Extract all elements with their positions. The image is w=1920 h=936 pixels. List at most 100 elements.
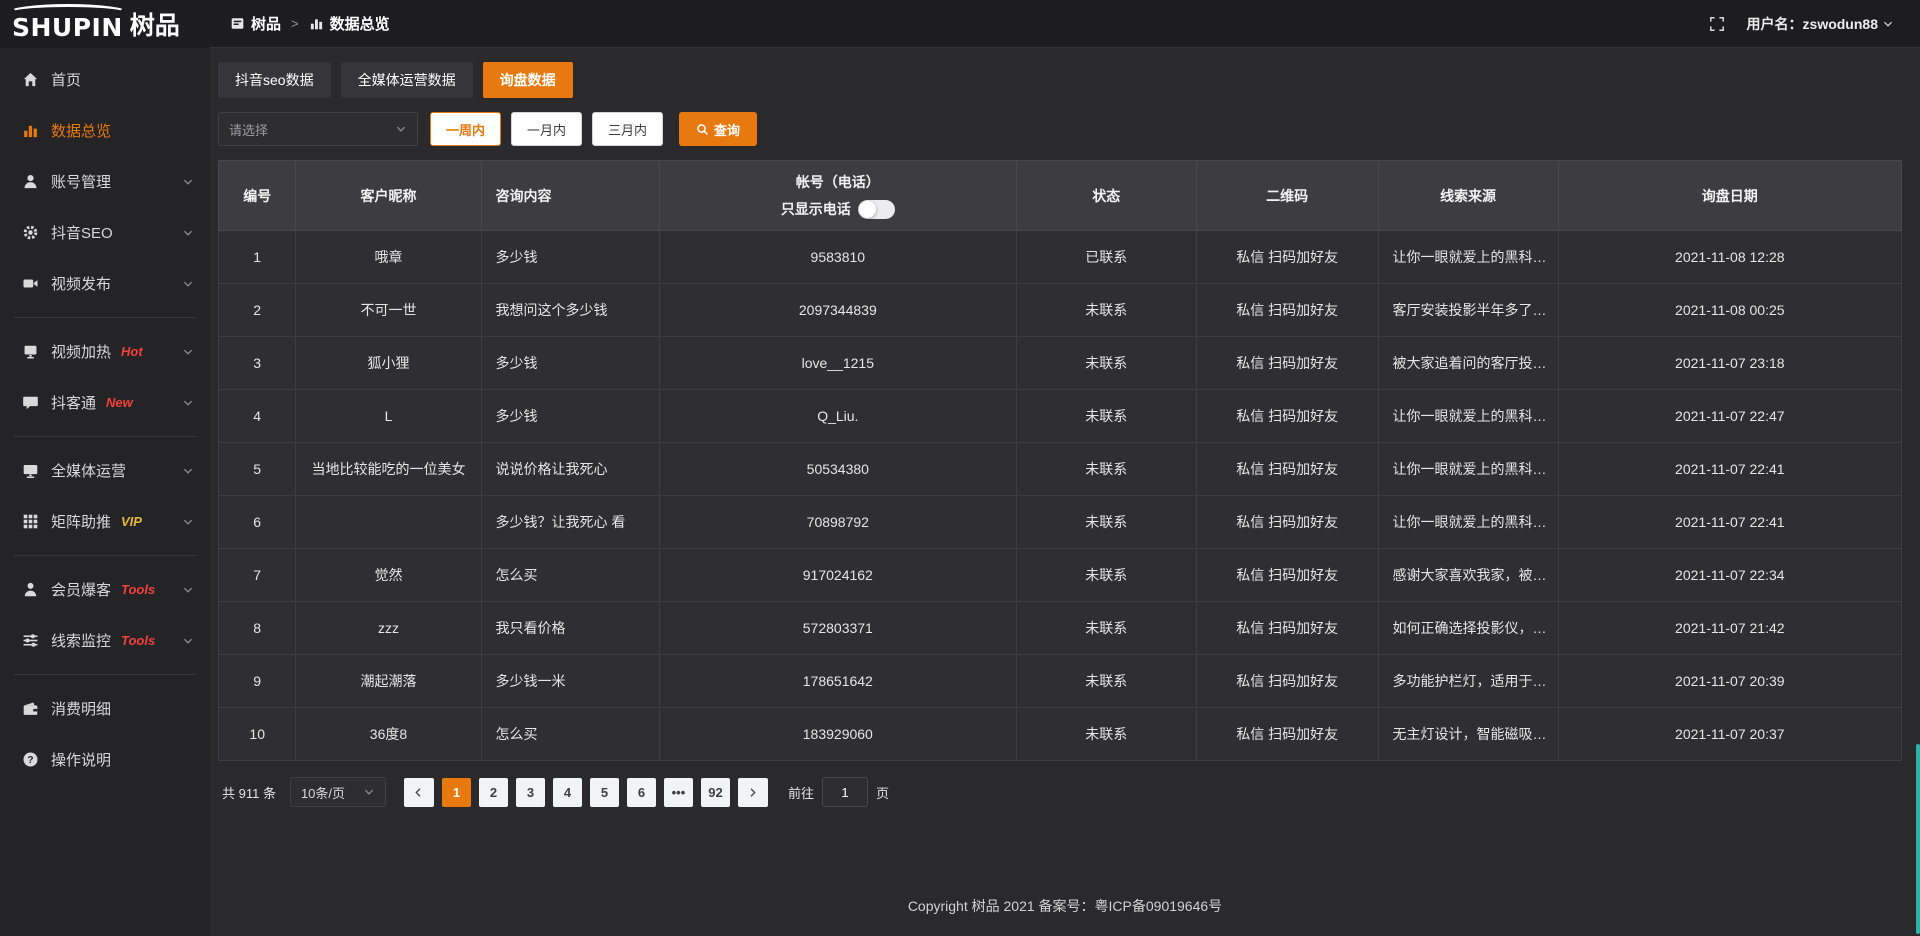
prev-page-button[interactable]	[404, 778, 434, 807]
column-header-qr: 二维码	[1196, 161, 1378, 231]
tab-douyin-seo-data[interactable]: 抖音seo数据	[218, 62, 331, 98]
sidebar-item-douketong[interactable]: 抖客通New	[0, 377, 210, 428]
page-button-1[interactable]: 1	[442, 778, 471, 807]
breadcrumb-label: 数据总览	[330, 13, 390, 34]
cell-qr[interactable]: 私信 扫码加好友	[1196, 443, 1378, 496]
cell-no: 3	[219, 337, 296, 390]
username-value[interactable]: zswodun88	[1803, 16, 1878, 32]
column-header-account: 帐号（电话）只显示电话	[659, 161, 1016, 231]
cell-source[interactable]: 让你一眼就爱上的黑科技，能...	[1378, 390, 1558, 443]
sidebar-item-operation-guide[interactable]: ? 操作说明	[0, 734, 210, 785]
cell-status: 未联系	[1016, 284, 1196, 337]
cell-account: love__1215	[659, 337, 1016, 390]
cell-qr[interactable]: 私信 扫码加好友	[1196, 284, 1378, 337]
member-icon	[22, 581, 39, 598]
sidebar-item-badge: Tools	[121, 633, 155, 648]
main-area: 树品>数据总览 用户名： zswodun88 抖音seo数据全媒体运营数据询盘数…	[210, 0, 1920, 936]
tab-inquiry-data[interactable]: 询盘数据	[483, 62, 573, 98]
page-button-5[interactable]: 5	[590, 778, 619, 807]
cell-account: 70898792	[659, 496, 1016, 549]
column-header-label: 线索来源	[1440, 188, 1496, 204]
sidebar-item-video-publish[interactable]: 视频发布	[0, 258, 210, 309]
cell-source[interactable]: 如何正确选择投影仪，买投影...	[1378, 602, 1558, 655]
page-button-4[interactable]: 4	[553, 778, 582, 807]
goto-page-input[interactable]	[822, 777, 868, 807]
sidebar-item-omni-media-operation[interactable]: 全媒体运营	[0, 445, 210, 496]
page-size-select[interactable]: 10条/页	[290, 777, 386, 807]
logo-text-cn: 树品	[130, 6, 180, 42]
sidebar-item-consumption-detail[interactable]: 消费明细	[0, 683, 210, 734]
topbar-right: 用户名： zswodun88	[1709, 14, 1894, 34]
cell-status: 未联系	[1016, 496, 1196, 549]
brand-logo[interactable]: SHUPIN 树品	[0, 0, 210, 48]
table-header-row: 编号客户昵称咨询内容帐号（电话）只显示电话状态二维码线索来源询盘日期	[219, 161, 1902, 231]
breadcrumb-item-home[interactable]: 树品	[230, 13, 281, 34]
cell-content: 怎么买	[481, 708, 659, 761]
filter-select[interactable]: 请选择	[218, 112, 418, 146]
cell-source[interactable]: 让你一眼就爱上的黑科技，能...	[1378, 496, 1558, 549]
cell-source[interactable]: 无主灯设计，智能磁吸轨道灯...	[1378, 708, 1558, 761]
logo-arc	[9, 4, 127, 20]
cell-qr[interactable]: 私信 扫码加好友	[1196, 231, 1378, 284]
cell-source[interactable]: 让你一眼就爱上的黑科技，能...	[1378, 443, 1558, 496]
column-header-label: 状态	[1092, 188, 1120, 204]
sidebar-item-label: 操作说明	[51, 749, 111, 770]
page-ellipsis[interactable]: •••	[664, 778, 693, 807]
tab-omni-media-data[interactable]: 全媒体运营数据	[341, 62, 473, 98]
cell-qr[interactable]: 私信 扫码加好友	[1196, 496, 1378, 549]
filter-bar: 请选择 一周内一月内三月内 查询	[218, 112, 1902, 146]
table-row: 7觉然怎么买917024162未联系私信 扫码加好友感谢大家喜欢我家，被问了好.…	[219, 549, 1902, 602]
cell-source[interactable]: 让你一眼就爱上的黑科技，能...	[1378, 231, 1558, 284]
range-button-three-months[interactable]: 三月内	[592, 112, 663, 146]
cell-qr[interactable]: 私信 扫码加好友	[1196, 390, 1378, 443]
cell-source[interactable]: 多功能护栏灯，适用于乡村文...	[1378, 655, 1558, 708]
cell-qr[interactable]: 私信 扫码加好友	[1196, 549, 1378, 602]
cell-qr[interactable]: 私信 扫码加好友	[1196, 337, 1378, 390]
phone-only-toggle[interactable]	[858, 200, 895, 219]
cell-source[interactable]: 感谢大家喜欢我家，被问了好...	[1378, 549, 1558, 602]
cell-source[interactable]: 客厅安装投影半年多了，真实...	[1378, 284, 1558, 337]
cell-content: 多少钱	[481, 390, 659, 443]
sidebar-item-data-overview[interactable]: 数据总览	[0, 105, 210, 156]
question-icon: ?	[22, 751, 39, 768]
page-button-6[interactable]: 6	[627, 778, 656, 807]
cell-date: 2021-11-07 23:18	[1558, 337, 1901, 390]
cell-status: 未联系	[1016, 443, 1196, 496]
total-count: 共 911 条	[222, 783, 276, 802]
next-page-button[interactable]	[738, 778, 768, 807]
cell-source[interactable]: 被大家追着问的客厅投影分享...	[1378, 337, 1558, 390]
cell-qr[interactable]: 私信 扫码加好友	[1196, 655, 1378, 708]
sidebar-item-video-heating[interactable]: 视频加热Hot	[0, 326, 210, 377]
sidebar-item-matrix-boost[interactable]: 矩阵助推VIP	[0, 496, 210, 547]
sidebar-item-home[interactable]: 首页	[0, 54, 210, 105]
chevron-down-icon[interactable]	[1882, 18, 1894, 30]
column-header-no: 编号	[219, 161, 296, 231]
topbar: 树品>数据总览 用户名： zswodun88	[210, 0, 1920, 48]
phone-only-row: 只显示电话	[666, 199, 1010, 219]
sidebar-item-account-management[interactable]: 账号管理	[0, 156, 210, 207]
breadcrumb-item-data-overview[interactable]: 数据总览	[309, 13, 390, 34]
filter-select-value: 请选择	[229, 120, 268, 139]
cell-date: 2021-11-07 22:41	[1558, 443, 1901, 496]
range-button-one-month[interactable]: 一月内	[511, 112, 582, 146]
sidebar-item-lead-monitoring[interactable]: 线索监控Tools	[0, 615, 210, 666]
sidebar-item-label: 矩阵助推	[51, 511, 111, 532]
query-button[interactable]: 查询	[679, 112, 757, 146]
page-button-3[interactable]: 3	[516, 778, 545, 807]
sidebar-item-douyin-seo[interactable]: 抖音SEO	[0, 207, 210, 258]
fullscreen-icon[interactable]	[1709, 16, 1725, 32]
page-button-2[interactable]: 2	[479, 778, 508, 807]
cell-status: 未联系	[1016, 602, 1196, 655]
scrollbar-thumb[interactable]	[1916, 744, 1920, 934]
range-button-one-week[interactable]: 一周内	[430, 112, 501, 146]
chevron-down-icon	[182, 584, 194, 596]
cell-content: 怎么买	[481, 549, 659, 602]
sidebar-item-member-baoke[interactable]: 会员爆客Tools	[0, 564, 210, 615]
cell-no: 7	[219, 549, 296, 602]
cell-qr[interactable]: 私信 扫码加好友	[1196, 602, 1378, 655]
cell-date: 2021-11-07 22:41	[1558, 496, 1901, 549]
home-icon	[22, 71, 39, 88]
chevron-down-icon	[182, 346, 194, 358]
page-button-92[interactable]: 92	[701, 778, 730, 807]
cell-qr[interactable]: 私信 扫码加好友	[1196, 708, 1378, 761]
